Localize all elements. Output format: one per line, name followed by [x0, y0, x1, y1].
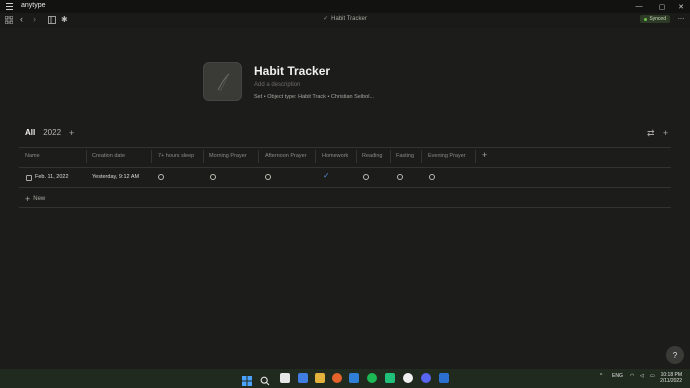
- column-header-morning-prayer[interactable]: Morning Prayer: [209, 153, 247, 159]
- firefox-icon[interactable]: [332, 373, 342, 383]
- row-select-checkbox[interactable]: [26, 175, 32, 181]
- sync-status-badge[interactable]: Synced: [640, 15, 670, 23]
- add-column-icon[interactable]: +: [482, 150, 487, 160]
- spotify-icon[interactable]: [367, 373, 377, 383]
- breadcrumb-title: Habit Tracker: [331, 16, 367, 22]
- search-icon[interactable]: [260, 373, 270, 386]
- task-view-icon[interactable]: [280, 373, 290, 383]
- tab-all[interactable]: All: [25, 128, 35, 137]
- new-record-label: New: [33, 196, 46, 202]
- column-divider[interactable]: [356, 150, 357, 163]
- habit-tracker-small-icon: ✓: [323, 16, 329, 22]
- sync-status-label: Synced: [649, 16, 666, 22]
- windows-start-icon[interactable]: [242, 373, 252, 386]
- language-indicator[interactable]: ENG: [612, 373, 623, 379]
- column-divider[interactable]: [258, 150, 259, 163]
- habit-checkbox-evening-prayer[interactable]: [429, 174, 435, 180]
- more-options-icon[interactable]: ···: [678, 14, 685, 23]
- minimize-icon[interactable]: —: [629, 0, 649, 13]
- hamburger-menu-icon[interactable]: [6, 3, 13, 10]
- maximize-icon[interactable]: ▢: [652, 0, 672, 13]
- anytype-icon[interactable]: [403, 373, 413, 383]
- clock-date: 2/11/2022: [660, 378, 682, 384]
- column-divider[interactable]: [203, 150, 204, 163]
- habit-checkbox-afternoon-prayer[interactable]: [265, 174, 271, 180]
- object-meta[interactable]: Set • Object type: Habit Track • Christi…: [254, 94, 374, 100]
- column-divider[interactable]: [390, 150, 391, 163]
- row-name-cell[interactable]: Feb. 11, 2022: [35, 174, 69, 180]
- windows-taskbar: [0, 369, 690, 388]
- description-field[interactable]: Add a description: [254, 82, 300, 88]
- habit-checkbox-reading[interactable]: [363, 174, 369, 180]
- column-header-evening-prayer[interactable]: Evening Prayer: [428, 153, 466, 159]
- tray-chevron-icon[interactable]: ^: [600, 373, 602, 379]
- battery-icon[interactable]: ▭: [650, 373, 655, 379]
- column-header-afternoon-prayer[interactable]: Afternoon Prayer: [265, 153, 307, 159]
- wifi-icon[interactable]: ◠: [630, 373, 634, 379]
- table-new-row-border: [19, 207, 671, 208]
- column-header-sleep[interactable]: 7+ hours sleep: [158, 153, 194, 159]
- column-header-reading[interactable]: Reading: [362, 153, 383, 159]
- view-tabs: All 2022 +: [25, 128, 74, 137]
- clock[interactable]: 10:18 PM 2/11/2022: [660, 372, 682, 384]
- volume-icon[interactable]: ◁: [640, 373, 644, 379]
- app-c-icon[interactable]: [385, 373, 395, 383]
- breadcrumb[interactable]: ✓ Habit Tracker: [0, 15, 690, 22]
- discord-icon[interactable]: [421, 373, 431, 383]
- object-icon[interactable]: [203, 62, 242, 101]
- row-creation-date-cell[interactable]: Yesterday, 9:12 AM: [92, 174, 139, 180]
- column-divider[interactable]: [151, 150, 152, 163]
- column-header-name[interactable]: Name: [25, 153, 40, 159]
- column-divider[interactable]: [475, 150, 476, 163]
- column-header-homework[interactable]: Homework: [322, 153, 348, 159]
- close-icon[interactable]: ✕: [671, 0, 690, 13]
- plus-icon: +: [25, 194, 31, 204]
- tab-2022[interactable]: 2022: [43, 128, 61, 137]
- page-title[interactable]: Habit Tracker: [254, 64, 330, 78]
- title-bar: anytype — ▢ ✕: [0, 0, 690, 13]
- add-view-icon[interactable]: +: [69, 128, 74, 137]
- table-header-border: [19, 167, 671, 168]
- table-top-border: [19, 147, 671, 148]
- column-divider[interactable]: [421, 150, 422, 163]
- habit-checkbox-morning-prayer[interactable]: [210, 174, 216, 180]
- store-icon[interactable]: [349, 373, 359, 383]
- add-record-icon[interactable]: +: [663, 128, 668, 138]
- help-button[interactable]: ?: [666, 346, 684, 364]
- filter-settings-icon[interactable]: ⇄: [647, 128, 655, 139]
- column-divider[interactable]: [315, 150, 316, 163]
- column-header-creation-date[interactable]: Creation date: [92, 153, 125, 159]
- column-header-fasting[interactable]: Fasting: [396, 153, 414, 159]
- file-explorer-icon[interactable]: [315, 373, 325, 383]
- word-icon[interactable]: [439, 373, 449, 383]
- habit-checkbox-fasting[interactable]: [397, 174, 403, 180]
- habit-checkbox-sleep[interactable]: [158, 174, 164, 180]
- column-divider[interactable]: [86, 150, 87, 163]
- new-record-button[interactable]: + New: [25, 194, 45, 204]
- table-row-border: [19, 187, 671, 188]
- sync-dot-icon: [644, 17, 648, 21]
- habit-checked-homework-icon[interactable]: ✓: [323, 171, 330, 180]
- app-title: anytype: [21, 2, 46, 9]
- widgets-icon[interactable]: [298, 373, 308, 383]
